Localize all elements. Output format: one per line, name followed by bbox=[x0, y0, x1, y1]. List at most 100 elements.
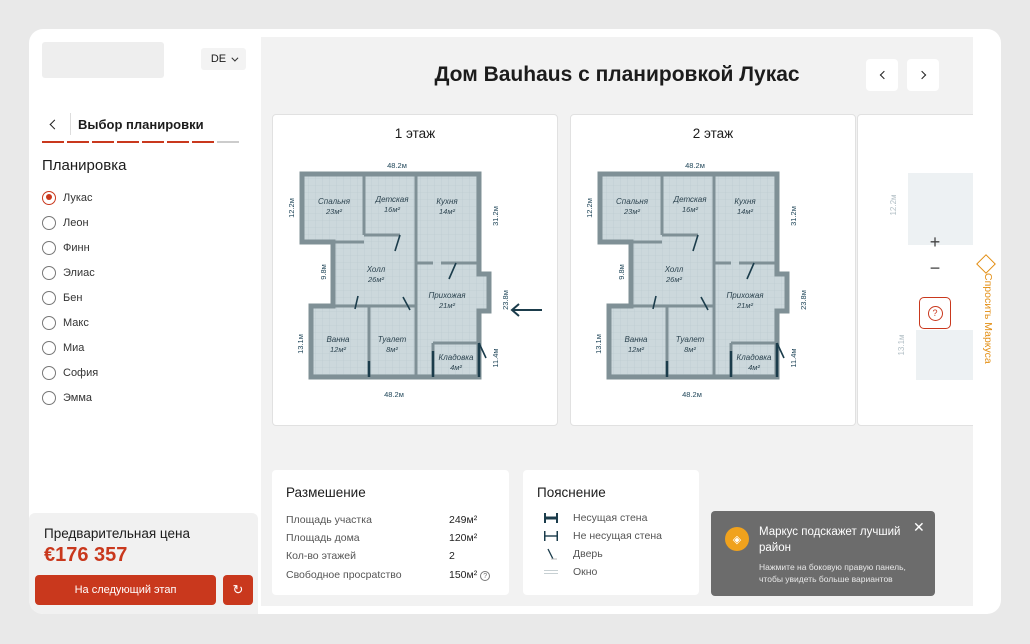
placement-row: Площадь участка 249м² bbox=[286, 514, 496, 526]
room-area: 12м² bbox=[628, 345, 644, 354]
room-name: Ванна bbox=[326, 335, 350, 344]
room-area: 4м² bbox=[450, 363, 462, 372]
price-label: Предварительная цена bbox=[44, 526, 190, 541]
chevron-down-icon bbox=[231, 54, 239, 62]
floor-plan: Спальня23м² Детская16м² Кухня14м² Холл26м² П… bbox=[584, 158, 808, 399]
room-name: Ванна bbox=[624, 335, 648, 344]
layout-radio-list: Лукас Леон Финн Элиас Бен Макс Миа София… bbox=[42, 185, 98, 410]
dimension-label: 23.8м bbox=[799, 290, 808, 310]
back-button[interactable] bbox=[42, 115, 66, 133]
row-value: 2 bbox=[449, 550, 455, 562]
dimension-label: 12.2м bbox=[889, 194, 898, 215]
radio-button[interactable] bbox=[42, 265, 56, 280]
legend-item: Несущая стена bbox=[543, 512, 647, 524]
zoom-out-button[interactable]: − bbox=[930, 258, 941, 278]
legend-card: Пояснение Несущая стена Не несущая стена… bbox=[523, 470, 699, 595]
step-indicator bbox=[217, 141, 239, 143]
layout-option[interactable]: Финн bbox=[42, 235, 98, 260]
partition-wall-icon bbox=[543, 530, 559, 542]
dimension-label: 13.1м bbox=[897, 334, 906, 355]
info-icon[interactable]: ? bbox=[480, 571, 491, 581]
layout-option-label: София bbox=[63, 366, 99, 379]
room-name: Спальня bbox=[318, 197, 351, 206]
step-indicator bbox=[142, 141, 164, 143]
legend-item: Дверь bbox=[543, 548, 603, 560]
placement-row: Площадь дома 120м² bbox=[286, 532, 496, 544]
radio-button[interactable] bbox=[42, 290, 56, 305]
dimension-label: 9.8м bbox=[617, 264, 626, 280]
assistant-icon bbox=[976, 254, 996, 274]
room-area: 26м² bbox=[367, 275, 384, 284]
dimension-label: 48.2м bbox=[387, 161, 407, 170]
floor-plan-card-peek[interactable]: 12.2м 13.1м bbox=[857, 114, 973, 426]
step-indicator bbox=[167, 141, 189, 143]
layout-option[interactable]: Эмма bbox=[42, 385, 98, 410]
layout-option[interactable]: Бен bbox=[42, 285, 98, 310]
main-panel: Дом Bauhaus с планировкой Лукас 1 этаж С… bbox=[261, 37, 973, 606]
language-select[interactable]: DE bbox=[201, 48, 246, 70]
door-icon bbox=[543, 548, 559, 560]
zoom-in-button[interactable]: + bbox=[930, 232, 941, 252]
close-icon[interactable]: ✕ bbox=[913, 519, 925, 536]
dimension-label: 13.1м bbox=[296, 334, 305, 354]
room-name: Кухня bbox=[436, 197, 458, 206]
row-label: Площадь дома bbox=[286, 532, 360, 544]
next-button[interactable] bbox=[907, 59, 939, 91]
layout-option[interactable]: Макс bbox=[42, 310, 98, 335]
radio-button[interactable] bbox=[42, 240, 56, 255]
radio-button[interactable] bbox=[42, 365, 56, 380]
ask-assistant-panel[interactable]: Спросить Маркуса bbox=[974, 254, 999, 381]
radio-button[interactable] bbox=[42, 340, 56, 355]
layout-option[interactable]: Миа bbox=[42, 335, 98, 360]
layout-option-label: Финн bbox=[63, 241, 90, 254]
room-area: 26м² bbox=[665, 275, 682, 284]
room-name: Холл bbox=[664, 265, 684, 274]
placement-card: Размешение Площадь участка 249м² Площадь … bbox=[272, 470, 509, 595]
dimension-label: 48.2м bbox=[682, 390, 702, 399]
room-name: Туалет bbox=[676, 335, 705, 344]
step-title: Выбор планировки bbox=[78, 116, 204, 132]
assistant-toast: ◈ Маркус подскажет лучший район Нажмите … bbox=[711, 511, 935, 596]
layout-option[interactable]: Лукас bbox=[42, 185, 98, 210]
radio-button[interactable] bbox=[42, 190, 56, 205]
placement-row: Кол-во этажей 2 bbox=[286, 550, 496, 562]
prev-button[interactable] bbox=[866, 59, 898, 91]
radio-button[interactable] bbox=[42, 215, 56, 230]
help-button[interactable]: ? bbox=[919, 297, 951, 329]
ask-assistant-label: Спросить Маркуса bbox=[982, 273, 994, 364]
logo bbox=[42, 42, 164, 78]
placement-title: Размешение bbox=[286, 485, 366, 500]
assistant-icon: ◈ bbox=[725, 527, 749, 551]
room-area: 21м² bbox=[736, 301, 753, 310]
legend-item: Окно bbox=[543, 566, 597, 578]
layout-option-label: Элиас bbox=[63, 266, 95, 279]
floor-plan-card[interactable]: 2 этаж Спальня 23м² Детская 16м² Кухня 14м² Хо… bbox=[570, 114, 856, 426]
bearing-wall-icon bbox=[543, 512, 559, 524]
room-name: Спальня bbox=[616, 197, 649, 206]
dimension-label: 9.8м bbox=[319, 264, 328, 280]
layout-option-label: Макс bbox=[63, 316, 89, 329]
question-icon: ? bbox=[927, 305, 943, 321]
layout-option[interactable]: Леон bbox=[42, 210, 98, 235]
step-indicator bbox=[117, 141, 139, 143]
floor-plan-drawing: Спальня23м² Детская16м² Кухня14м² Холл26м² П… bbox=[286, 158, 510, 399]
refresh-button[interactable]: ↻ bbox=[223, 575, 253, 605]
placement-row: Свободное просрatство 150м² ? bbox=[286, 569, 496, 581]
next-step-button[interactable]: На следующий этап bbox=[35, 575, 216, 605]
room-area: 14м² bbox=[737, 207, 753, 216]
dimension-label: 11.4м bbox=[789, 348, 798, 367]
row-value: 120м² bbox=[449, 532, 478, 544]
floor-plan-card[interactable]: 1 этаж Спальня 23м² Детская 16м² Кухня 14м² Хо… bbox=[272, 114, 558, 426]
layout-option[interactable]: София bbox=[42, 360, 98, 385]
room-name: Кухня bbox=[734, 197, 756, 206]
legend-label: Окно bbox=[573, 566, 598, 578]
divider bbox=[70, 113, 71, 135]
legend-label: Дверь bbox=[573, 548, 603, 560]
refresh-icon: ↻ bbox=[232, 582, 244, 597]
layout-section-title: Планировка bbox=[42, 157, 127, 174]
room-area: 12м² bbox=[330, 345, 346, 354]
layout-option[interactable]: Элиас bbox=[42, 260, 98, 285]
layout-option-label: Лукас bbox=[63, 191, 93, 204]
radio-button[interactable] bbox=[42, 390, 56, 405]
radio-button[interactable] bbox=[42, 315, 56, 330]
